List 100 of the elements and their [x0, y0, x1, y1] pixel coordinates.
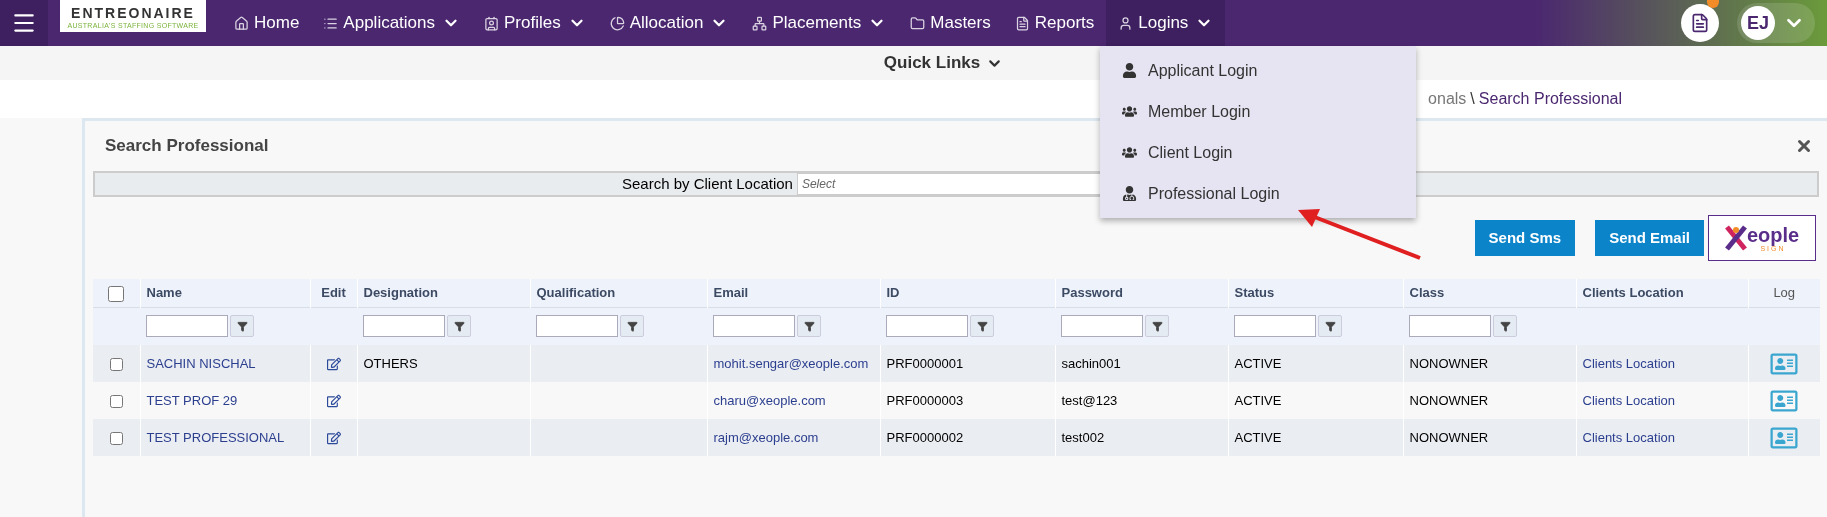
- filter-button[interactable]: [970, 315, 994, 338]
- column-header[interactable]: Clients Location: [1582, 285, 1684, 300]
- filter-icon: [1499, 320, 1511, 332]
- nav-menu-item[interactable]: Home: [222, 0, 312, 46]
- nav-menu-item[interactable]: Placements: [740, 0, 899, 46]
- id-card-icon[interactable]: [1770, 388, 1799, 413]
- doctor-icon: [1121, 186, 1137, 201]
- filter-icon: [1324, 320, 1336, 332]
- row-checkbox[interactable]: [109, 394, 123, 408]
- quick-links-button[interactable]: Quick Links: [883, 50, 1004, 76]
- filter-icon: [236, 320, 248, 332]
- dropdown-item[interactable]: Applicant Login: [1100, 50, 1416, 91]
- select-all-checkbox[interactable]: [108, 285, 125, 302]
- column-header[interactable]: Log: [1773, 285, 1796, 300]
- filter-field[interactable]: [1061, 315, 1143, 338]
- column-header[interactable]: Name: [146, 285, 182, 300]
- filter-button[interactable]: [230, 315, 254, 338]
- home-icon: [234, 15, 249, 31]
- document-icon: [1014, 15, 1030, 31]
- logo-name: ENTREONAIRE: [71, 6, 195, 20]
- nav-menu-item[interactable]: Masters: [898, 0, 1003, 46]
- panel-title: Search Professional: [105, 135, 269, 158]
- users-icon: [1121, 145, 1137, 160]
- edit-icon[interactable]: [326, 430, 341, 445]
- table-cell: ACTIVE: [1234, 429, 1282, 445]
- table-link[interactable]: Clients Location: [1582, 429, 1675, 445]
- filter-button[interactable]: [1145, 315, 1169, 338]
- table-cell: sachin001: [1061, 355, 1121, 371]
- filter-icon: [803, 320, 815, 332]
- notification-badge: [1707, 0, 1719, 8]
- nav-menu-item[interactable]: Applications: [311, 0, 473, 46]
- filter-button[interactable]: [447, 315, 471, 338]
- column-header[interactable]: Status: [1234, 285, 1275, 300]
- profile-menu[interactable]: EJ: [1737, 3, 1815, 43]
- edit-icon[interactable]: [326, 393, 341, 408]
- table-cell: NONOWNER: [1409, 429, 1489, 445]
- user-icon: [1118, 15, 1134, 31]
- filter-field[interactable]: [363, 315, 445, 338]
- column-header[interactable]: ID: [886, 285, 900, 300]
- logo-name: eople: [1746, 224, 1800, 245]
- nav-menu-item[interactable]: Logins: [1106, 0, 1226, 46]
- filter-field[interactable]: [886, 315, 968, 338]
- pie-chart-icon: [609, 15, 625, 31]
- document-icon: [1690, 13, 1710, 33]
- column-header[interactable]: Qualification: [536, 285, 616, 300]
- table-cell: NONOWNER: [1409, 392, 1489, 408]
- dropdown-item[interactable]: Member Login: [1100, 91, 1416, 132]
- filter-icon: [1151, 320, 1163, 332]
- contact-card-icon: [484, 15, 500, 31]
- filter-field[interactable]: [536, 315, 618, 338]
- table-cell: NONOWNER: [1409, 355, 1489, 371]
- table-link[interactable]: TEST PROF 29: [146, 392, 238, 408]
- table-link[interactable]: charu@xeople.com: [713, 392, 826, 408]
- row-checkbox[interactable]: [109, 431, 123, 445]
- filter-button[interactable]: [620, 315, 644, 338]
- column-header[interactable]: Designation: [363, 285, 438, 300]
- filter-button[interactable]: [1318, 315, 1342, 338]
- users-icon: [1121, 104, 1137, 119]
- filter-field[interactable]: [1234, 315, 1316, 338]
- nav-menu-item[interactable]: Profiles: [472, 0, 598, 46]
- table-cell: PRF0000003: [886, 392, 964, 408]
- edit-icon[interactable]: [326, 356, 341, 371]
- column-header[interactable]: Password: [1061, 285, 1123, 300]
- column-header[interactable]: Class: [1409, 285, 1445, 300]
- table-link[interactable]: rajm@xeople.com: [713, 429, 819, 445]
- table-cell: ACTIVE: [1234, 392, 1282, 408]
- filter-button[interactable]: [797, 315, 821, 338]
- dropdown-item[interactable]: Client Login: [1100, 132, 1416, 173]
- filter-field[interactable]: [146, 315, 228, 338]
- filter-field[interactable]: [713, 315, 795, 338]
- nav-menu-item[interactable]: Allocation: [597, 0, 741, 46]
- table-cell: OTHERS: [363, 355, 418, 371]
- column-header[interactable]: Edit: [321, 285, 346, 300]
- filter-icon: [626, 320, 638, 332]
- close-icon[interactable]: [1795, 137, 1813, 155]
- user-avatar: EJ: [1741, 6, 1775, 40]
- table-link[interactable]: SACHIN NISCHAL: [146, 355, 256, 371]
- breadcrumb-item[interactable]: onals: [1428, 87, 1467, 111]
- action-button[interactable]: Send Sms: [1474, 220, 1576, 256]
- column-header[interactable]: Email: [713, 285, 749, 300]
- nav-menu-item[interactable]: Reports: [1002, 0, 1107, 46]
- table-cell: test@123: [1061, 392, 1118, 408]
- table-cell: PRF0000002: [886, 429, 964, 445]
- filter-field[interactable]: [1409, 315, 1491, 338]
- id-card-icon[interactable]: [1770, 351, 1799, 376]
- breadcrumb-item: Search Professional: [1478, 89, 1622, 109]
- row-checkbox[interactable]: [109, 357, 123, 371]
- table-link[interactable]: mohit.sengar@xeople.com: [713, 355, 869, 371]
- nodes-icon: [752, 15, 768, 31]
- x-mark-icon: [1724, 225, 1747, 251]
- filter-button[interactable]: [1493, 315, 1517, 338]
- table-link[interactable]: Clients Location: [1582, 355, 1675, 371]
- filter-icon: [453, 320, 465, 332]
- id-card-icon[interactable]: [1770, 425, 1799, 450]
- table-cell: test002: [1061, 429, 1105, 445]
- table-link[interactable]: Clients Location: [1582, 392, 1675, 408]
- list-icon: [323, 15, 339, 31]
- table-cell: ACTIVE: [1234, 355, 1282, 371]
- table-link[interactable]: TEST PROFESSIONAL: [146, 429, 285, 445]
- action-button[interactable]: Send Email: [1595, 220, 1704, 256]
